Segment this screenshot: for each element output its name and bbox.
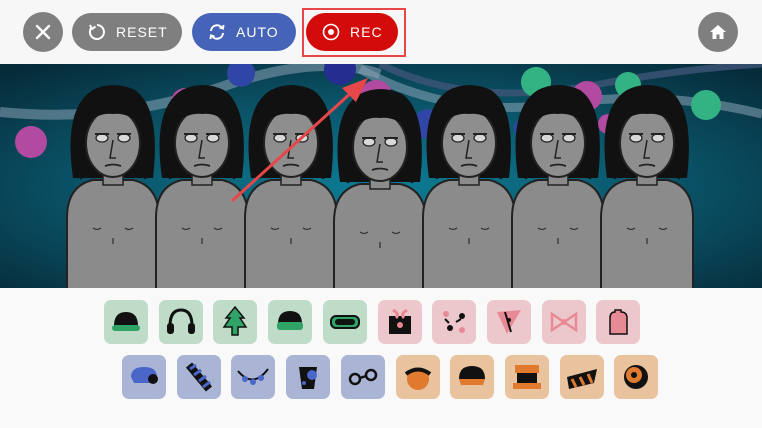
character-6[interactable]: [511, 85, 605, 288]
app: RESET AUTO REC: [0, 0, 762, 428]
tree-sound-button[interactable]: [213, 300, 258, 344]
blue-spiral-sound-button[interactable]: [176, 355, 221, 399]
sound-icon-tray: [0, 288, 762, 428]
blue-glasses-icon: [348, 368, 378, 386]
blue-lights-icon: [237, 368, 270, 385]
helmet-sound-button[interactable]: [104, 300, 148, 344]
auto-icon: [208, 23, 226, 41]
headphones-icon: [166, 308, 195, 334]
character-stage: [0, 64, 762, 288]
orange-eye-sound-button[interactable]: [614, 355, 659, 399]
orange-stripe-icon: [566, 369, 597, 389]
blue-cup-icon: [299, 367, 318, 389]
pink-hand-icon: [609, 309, 629, 335]
character-1[interactable]: [66, 85, 160, 288]
character-2[interactable]: [155, 85, 249, 288]
headphones-sound-button[interactable]: [158, 300, 203, 344]
goggles-icon: [329, 315, 360, 329]
orange-stripe-sound-button[interactable]: [559, 355, 604, 399]
reset-label: RESET: [116, 24, 168, 40]
orange-box-sound-button[interactable]: [504, 355, 549, 399]
pink-dots-sound-button[interactable]: [432, 300, 477, 344]
blue-spiral-icon: [185, 362, 212, 392]
orange-bowler-icon: [404, 367, 431, 390]
character-3[interactable]: [244, 85, 338, 288]
blue-cup-sound-button[interactable]: [286, 355, 331, 399]
pink-triangle-icon: [496, 310, 521, 334]
auto-button[interactable]: AUTO: [192, 13, 296, 51]
blue-hat-icon: [131, 367, 158, 384]
gift-icon: [388, 308, 411, 334]
reset-button[interactable]: RESET: [72, 13, 182, 51]
orange-cap-sound-button[interactable]: [450, 355, 495, 399]
reset-icon: [88, 23, 106, 41]
close-button[interactable]: [23, 12, 63, 52]
helmet-icon: [112, 312, 140, 331]
pink-hand-sound-button[interactable]: [596, 300, 641, 344]
character-5[interactable]: [422, 85, 516, 288]
goggles-sound-button[interactable]: [322, 300, 367, 344]
stage-light-9: [691, 90, 721, 120]
blue-hat-sound-button[interactable]: [122, 355, 166, 399]
bow-icon: [550, 311, 577, 333]
orange-eye-icon: [624, 365, 649, 389]
close-icon: [35, 24, 51, 40]
tree-icon: [222, 305, 248, 336]
stage-light-0: [15, 126, 47, 158]
orange-box-icon: [512, 365, 541, 389]
pink-dots-icon: [443, 311, 466, 333]
character-4[interactable]: [333, 89, 427, 288]
pink-triangle-sound-button[interactable]: [486, 300, 531, 344]
home-icon: [710, 25, 726, 39]
rec-highlight-box: [302, 8, 406, 57]
auto-label: AUTO: [236, 24, 279, 40]
blue-lights-sound-button[interactable]: [231, 355, 276, 399]
green-cap-icon: [277, 311, 304, 330]
bow-sound-button[interactable]: [541, 300, 586, 344]
blue-glasses-sound-button[interactable]: [340, 355, 385, 399]
green-cap-sound-button[interactable]: [268, 300, 313, 344]
orange-bowler-sound-button[interactable]: [395, 355, 440, 399]
orange-cap-icon: [459, 366, 486, 385]
home-button[interactable]: [698, 12, 738, 52]
gift-sound-button[interactable]: [377, 300, 422, 344]
character-7[interactable]: [600, 85, 694, 288]
top-toolbar: RESET AUTO REC: [0, 0, 762, 64]
